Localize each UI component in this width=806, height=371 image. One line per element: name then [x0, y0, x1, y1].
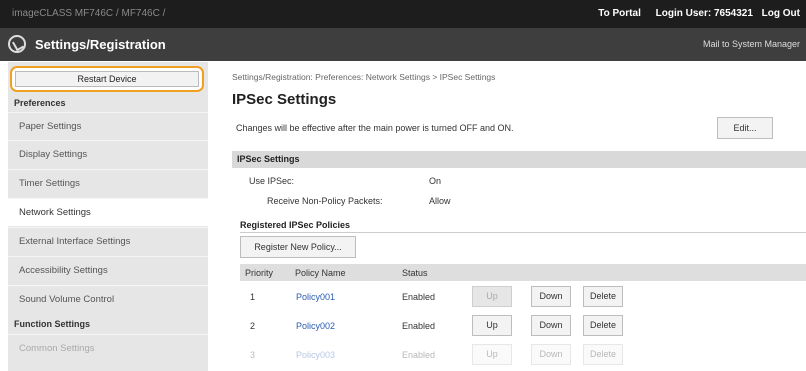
- down-button[interactable]: Down: [531, 344, 571, 365]
- row-status: Enabled: [402, 350, 436, 360]
- row-priority: 3: [250, 350, 256, 360]
- table-row: 2 Policy002 Enabled Up Down Delete: [240, 312, 806, 340]
- table-row: 3 Policy003 Enabled Up Down Delete: [240, 341, 806, 369]
- power-notice: Changes will be effective after the main…: [236, 123, 514, 133]
- non-policy-packets-value: Allow: [429, 196, 451, 206]
- restart-device-highlight: Restart Device: [10, 66, 204, 92]
- title-bar: Settings/Registration Mail to System Man…: [0, 28, 806, 61]
- up-button[interactable]: Up: [472, 315, 512, 336]
- use-ipsec-value: On: [429, 176, 442, 186]
- policy-name-link[interactable]: Policy001: [296, 292, 335, 302]
- page-title: IPSec Settings: [232, 91, 337, 108]
- sidebar-item-external-interface-settings[interactable]: External Interface Settings: [8, 227, 208, 255]
- login-user-label: Login User: 7654321: [655, 8, 753, 19]
- section-ipsec-settings: IPSec Settings: [232, 151, 806, 168]
- down-button[interactable]: Down: [531, 286, 571, 307]
- delete-button[interactable]: Delete: [583, 286, 623, 307]
- column-policy-name: Policy Name: [295, 268, 346, 278]
- section-divider: [240, 232, 806, 233]
- edit-button[interactable]: Edit...: [717, 117, 773, 139]
- delete-button[interactable]: Delete: [583, 344, 623, 365]
- up-button[interactable]: Up: [472, 344, 512, 365]
- sidebar: Restart Device Preferences Paper Setting…: [8, 62, 208, 371]
- sidebar-item-accessibility-settings[interactable]: Accessibility Settings: [8, 256, 208, 284]
- top-links: To Portal Login User: 7654321 Log Out: [586, 8, 800, 19]
- row-priority: 2: [250, 321, 256, 331]
- non-policy-packets-label: Receive Non-Policy Packets:: [267, 196, 383, 206]
- down-button[interactable]: Down: [531, 315, 571, 336]
- use-ipsec-label: Use IPSec:: [249, 176, 295, 186]
- to-portal-link[interactable]: To Portal: [598, 8, 641, 19]
- delete-button[interactable]: Delete: [583, 315, 623, 336]
- logout-link[interactable]: Log Out: [762, 8, 800, 19]
- top-bar: imageCLASS MF746C / MF746C / To Portal L…: [0, 0, 806, 28]
- sidebar-item-network-settings[interactable]: Network Settings: [8, 198, 208, 226]
- policy-name-link[interactable]: Policy002: [296, 321, 335, 331]
- table-row: 1 Policy001 Enabled Up Down Delete: [240, 283, 806, 311]
- row-priority: 1: [250, 292, 256, 302]
- up-button[interactable]: Up: [472, 286, 512, 307]
- row-status: Enabled: [402, 292, 436, 302]
- column-status: Status: [402, 268, 428, 278]
- policy-name-link[interactable]: Policy003: [296, 350, 335, 360]
- device-info: imageCLASS MF746C / MF746C /: [12, 8, 166, 19]
- settings-logo-icon: [8, 35, 26, 53]
- sidebar-item-sound-volume-control[interactable]: Sound Volume Control: [8, 285, 208, 313]
- sidebar-item-display-settings[interactable]: Display Settings: [8, 140, 208, 168]
- sidebar-section-preferences: Preferences: [14, 98, 66, 108]
- sidebar-section-function-settings: Function Settings: [14, 319, 90, 329]
- sidebar-item-paper-settings[interactable]: Paper Settings: [8, 112, 208, 140]
- restart-device-button[interactable]: Restart Device: [15, 71, 199, 87]
- registered-policies-title: Registered IPSec Policies: [240, 220, 351, 230]
- page-header-title: Settings/Registration: [35, 37, 166, 52]
- policy-table-header: Priority Policy Name Status: [240, 264, 806, 281]
- register-new-policy-button[interactable]: Register New Policy...: [240, 236, 356, 258]
- column-priority: Priority: [245, 268, 274, 278]
- sidebar-item-common-settings[interactable]: Common Settings: [8, 334, 208, 362]
- row-status: Enabled: [402, 321, 436, 331]
- sidebar-item-timer-settings[interactable]: Timer Settings: [8, 169, 208, 197]
- breadcrumb: Settings/Registration: Preferences: Netw…: [232, 72, 496, 82]
- mail-system-manager-link[interactable]: Mail to System Manager: [703, 39, 800, 49]
